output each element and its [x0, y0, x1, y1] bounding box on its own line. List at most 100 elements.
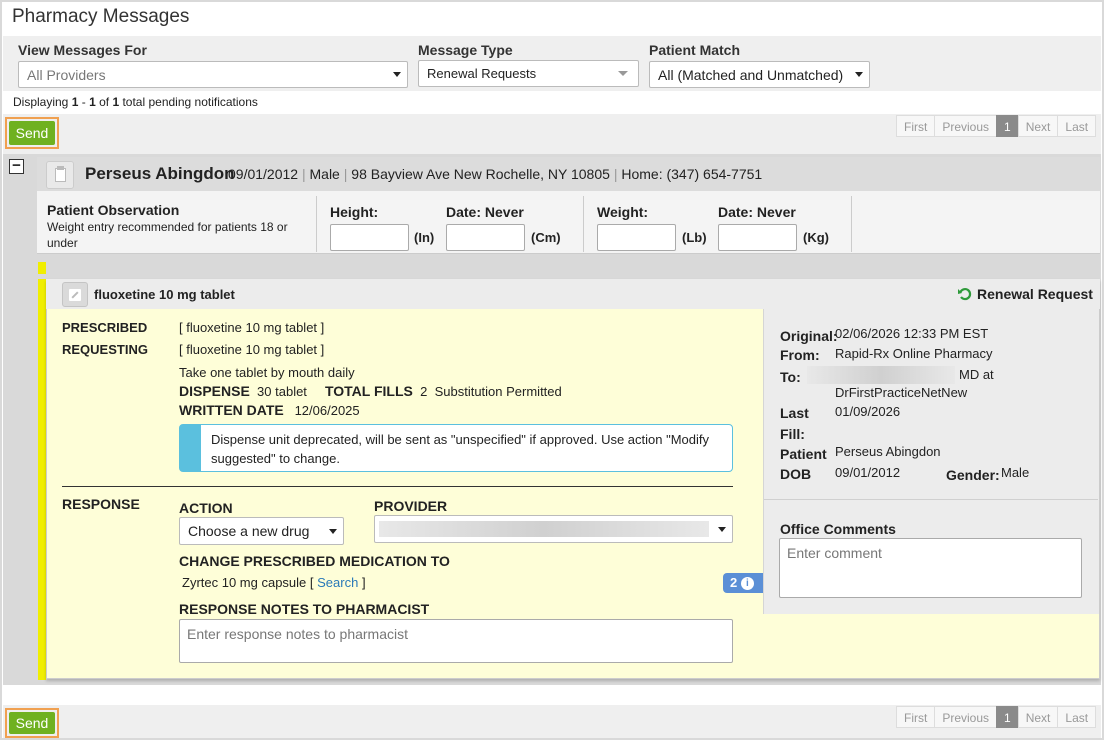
providers-select[interactable]: All Providers — [18, 61, 408, 88]
pager-last[interactable]: Last — [1057, 115, 1097, 137]
divider — [764, 499, 1098, 500]
providers-label: View Messages For — [18, 42, 147, 58]
provider-select[interactable] — [374, 515, 733, 543]
weight-lb-input[interactable] — [597, 224, 676, 251]
send-button-bottom-focus: Send — [5, 708, 59, 738]
display-prefix: Displaying — [13, 95, 72, 109]
divider — [316, 196, 317, 252]
send-button-bottom[interactable]: Send — [9, 712, 55, 734]
pager-top: First Previous 1 Next Last — [896, 115, 1097, 137]
page-title: Pharmacy Messages — [12, 6, 190, 27]
divider — [851, 196, 852, 252]
dispense-label: DISPENSE — [179, 383, 250, 399]
new-drug-line: Zyrtec 10 mg capsule [ Search ] — [182, 575, 366, 590]
lastfill-label-1: Last — [780, 405, 809, 421]
patient-phone: Home: (347) 654-7751 — [621, 166, 763, 182]
redacted-provider — [379, 521, 709, 537]
patient-match-value: All (Matched and Unmatched) — [658, 67, 844, 83]
display-dash: - — [78, 95, 90, 109]
display-suffix: total pending notifications — [119, 95, 258, 109]
chevron-down-icon — [618, 71, 628, 76]
patient-name: Perseus Abingdon — [85, 164, 235, 183]
chevron-down-icon — [393, 72, 401, 77]
chevron-down-icon — [855, 72, 863, 77]
requesting-label: REQUESTING — [62, 342, 148, 357]
action-select[interactable]: Choose a new drug — [179, 517, 344, 545]
fills-value: 2 — [420, 384, 428, 399]
prescribed-value: [ fluoxetine 10 mg tablet ] — [179, 320, 325, 335]
requesting-value: [ fluoxetine 10 mg tablet ] — [179, 342, 325, 357]
yellow-marker — [38, 262, 46, 274]
sig-text: Take one tablet by mouth daily — [179, 365, 355, 380]
divider — [62, 486, 733, 487]
notes-textarea[interactable]: Enter response notes to pharmacist — [179, 619, 733, 663]
notes-label: RESPONSE NOTES TO PHARMACIST — [179, 601, 430, 617]
redacted-recipient — [807, 366, 955, 384]
lastfill-label-2: Fill: — [780, 426, 805, 442]
chevron-down-icon — [329, 529, 337, 534]
patient-meta: 09/01/2012 | Male | 98 Bayview Ave New R… — [228, 166, 763, 182]
dob-value: 09/01/2012 — [835, 465, 901, 480]
weight-kg-input[interactable] — [718, 224, 797, 251]
patient-label: Patient — [780, 446, 827, 462]
providers-select-value: All Providers — [27, 67, 106, 83]
collapse-toggle-icon[interactable]: − — [9, 158, 24, 174]
dispense-line: DISPENSE 30 tablet TOTAL FILLS 2 Substit… — [179, 383, 562, 399]
from-label: From: — [780, 347, 820, 363]
external-link-icon[interactable] — [62, 282, 88, 307]
fills-label: TOTAL FILLS — [324, 383, 413, 399]
pager-current[interactable]: 1 — [996, 706, 1019, 728]
patient-dob: 09/01/2012 — [228, 166, 299, 182]
display-of: of — [95, 95, 113, 109]
message-type-value: Renewal Requests — [427, 66, 537, 81]
divider — [583, 196, 584, 252]
renew-icon — [957, 286, 973, 302]
pager-next[interactable]: Next — [1017, 115, 1059, 137]
weight-label: Weight: — [597, 204, 649, 220]
dispense-value: 30 tablet — [257, 384, 307, 399]
message-type-select[interactable]: Renewal Requests — [418, 60, 639, 87]
message-type-label: Message Type — [418, 42, 513, 58]
pager-first[interactable]: First — [896, 115, 936, 137]
provider-label: PROVIDER — [374, 498, 448, 514]
height-date: Date: Never — [446, 204, 524, 220]
gender-value: Male — [1001, 465, 1030, 480]
warning-callout: Dispense unit deprecated, will be sent a… — [179, 424, 733, 472]
to-value-line2: DrFirstPracticeNetNew — [835, 385, 968, 400]
patient-match-label: Patient Match — [649, 42, 741, 58]
height-unit-cm: (Cm) — [531, 230, 561, 245]
weight-unit-lb: (Lb) — [682, 230, 707, 245]
from-value: Rapid-Rx Online Pharmacy — [835, 346, 993, 361]
request-type: Renewal Request — [977, 286, 1093, 302]
display-to: 1 — [89, 95, 96, 109]
original-label: Original: — [780, 328, 838, 344]
prescribed-label: PRESCRIBED — [62, 320, 148, 335]
pager-next[interactable]: Next — [1017, 706, 1059, 728]
to-value-suffix: MD at — [959, 367, 994, 382]
chevron-down-icon — [718, 527, 726, 532]
pager-previous[interactable]: Previous — [934, 706, 998, 728]
search-bracket-close: ] — [358, 575, 366, 590]
pager-bottom: First Previous 1 Next Last — [896, 706, 1097, 728]
height-cm-input[interactable] — [446, 224, 525, 251]
pager-last[interactable]: Last — [1057, 706, 1097, 728]
weight-date: Date: Never — [718, 204, 796, 220]
original-value: 02/06/2026 12:33 PM EST — [835, 326, 989, 341]
send-button[interactable]: Send — [9, 121, 55, 145]
height-in-input[interactable] — [330, 224, 409, 251]
patient-match-select[interactable]: All (Matched and Unmatched) — [649, 61, 870, 88]
patient-value: Perseus Abingdon — [835, 444, 941, 459]
info-badge[interactable]: 2 i — [723, 573, 763, 593]
height-unit-in: (In) — [414, 230, 435, 245]
pager-previous[interactable]: Previous — [934, 115, 998, 137]
pager-first[interactable]: First — [896, 706, 936, 728]
action-select-value: Choose a new drug — [188, 523, 310, 539]
display-count: Displaying 1 - 1 of 1 total pending noti… — [13, 95, 258, 109]
search-link[interactable]: Search — [317, 575, 358, 590]
weight-unit-kg: (Kg) — [803, 230, 829, 245]
pager-current[interactable]: 1 — [996, 115, 1019, 137]
yellow-side-bar — [38, 279, 46, 680]
office-comments-textarea[interactable]: Enter comment — [779, 538, 1082, 598]
info-icon: i — [740, 577, 754, 590]
dob-label: DOB — [780, 466, 812, 482]
